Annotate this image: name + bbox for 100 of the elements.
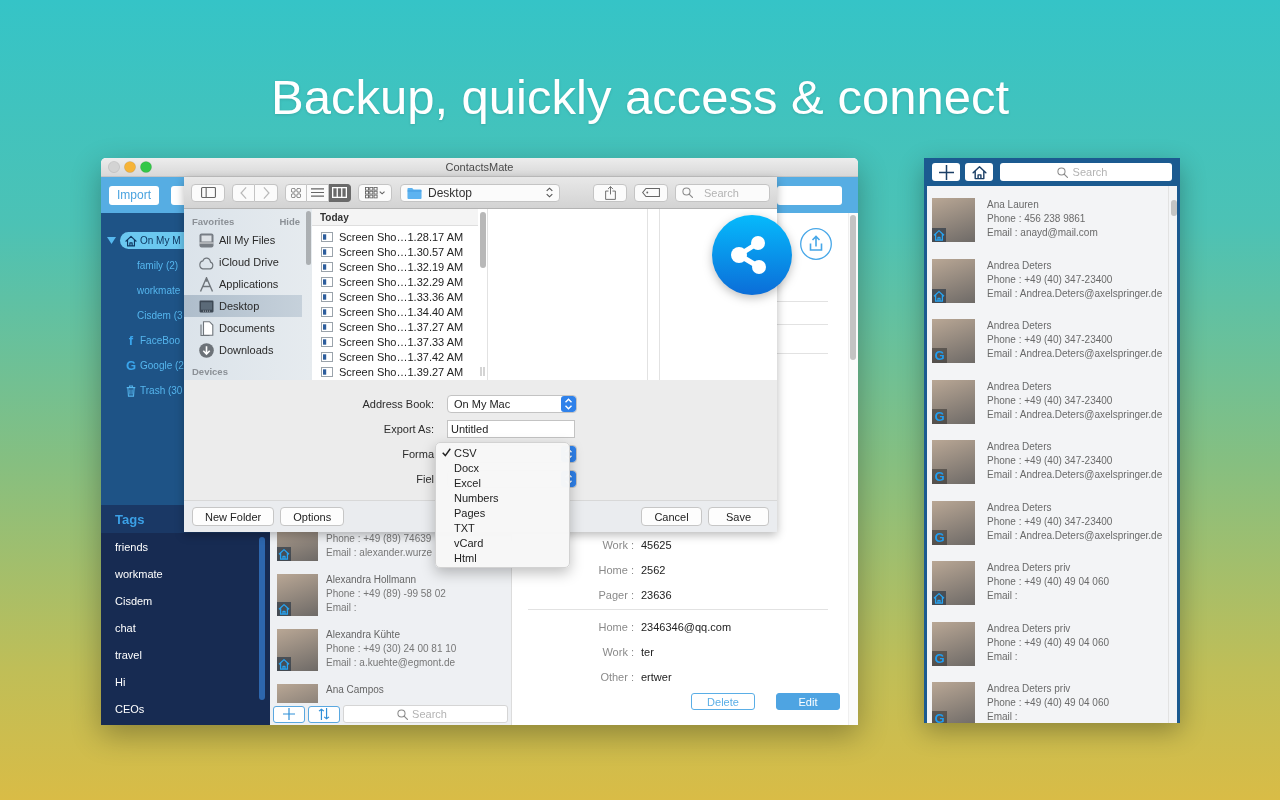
chevron-right-icon — [262, 186, 270, 199]
sort-button[interactable] — [308, 705, 340, 723]
sidebar-item[interactable]: iCloud Drive — [184, 251, 302, 273]
sidebar-item[interactable]: Documents — [184, 317, 302, 339]
cloud-icon — [199, 254, 214, 270]
trash-icon — [126, 384, 136, 397]
sidebar-item[interactable]: workmate — [120, 282, 187, 299]
compass-icon — [199, 276, 214, 292]
file-item[interactable]: Screen Sho…1.39.27 AM — [312, 364, 478, 379]
letter-icon: G — [125, 358, 137, 373]
contact-phone: Phone : +49 (40) 49 04 060 — [987, 696, 1110, 710]
search-field[interactable]: Search — [1000, 163, 1172, 181]
contact-phone: Phone : +49 (89) -99 58 02 — [326, 587, 446, 601]
file-item[interactable]: Screen Sho…1.37.33 AM — [312, 334, 478, 349]
tag-item[interactable]: Cisdem — [101, 587, 259, 614]
field-label: Home : — [598, 563, 634, 576]
tag-button[interactable] — [634, 183, 668, 202]
file-item[interactable]: Screen Sho…1.34.40 AM — [312, 304, 478, 319]
field-label: Work : — [602, 538, 634, 551]
sidebar-toggle-button[interactable] — [191, 183, 225, 202]
house-icon — [932, 288, 946, 303]
menu-item[interactable]: Numbers — [436, 490, 569, 505]
search-icon — [1057, 166, 1068, 178]
headline: Backup, quickly access & connect — [270, 69, 1010, 126]
sidebar-item[interactable]: Downloads — [184, 339, 302, 361]
sidebar-item[interactable]: f FaceBoo — [120, 332, 187, 349]
sidebar-item[interactable]: family (2) — [120, 257, 185, 274]
contact-name: Andrea Deters — [987, 258, 1053, 273]
contact-name: Alexandra Hollmann — [326, 573, 418, 587]
file-item[interactable]: Screen Sho…1.28.17 AM — [312, 229, 478, 244]
disclosure-triangle-icon[interactable] — [107, 237, 116, 244]
menu-item[interactable]: TXT — [436, 520, 569, 535]
view-mode-button[interactable] — [285, 183, 307, 202]
popup-button[interactable]: On My Mac — [447, 395, 577, 413]
menu-item[interactable]: Pages — [436, 505, 569, 520]
file-item[interactable]: Screen Sho…1.32.29 AM — [312, 274, 478, 289]
resize-handle-icon[interactable] — [480, 367, 485, 376]
text-field[interactable]: Untitled — [447, 420, 575, 438]
contact-phone: Phone : +49 (40) 49 04 060 — [987, 575, 1110, 589]
file-item[interactable]: Screen Sho…1.37.42 AM — [312, 349, 478, 364]
scrollbar-thumb[interactable] — [306, 211, 311, 265]
file-item[interactable]: Screen Sho…1.33.36 AM — [312, 289, 478, 304]
up-down-arrows-icon — [561, 396, 576, 412]
dialog-button[interactable]: Cancel — [641, 507, 702, 526]
add-button[interactable] — [932, 163, 960, 181]
dialog-button[interactable]: Save — [708, 507, 769, 526]
share-button[interactable] — [593, 183, 627, 202]
arrange-button[interactable] — [358, 183, 392, 202]
contact-email: Email : — [987, 649, 1019, 664]
file-item[interactable]: Screen Sho…1.32.19 AM — [312, 259, 478, 274]
scrollbar-thumb[interactable] — [850, 215, 856, 360]
contact-email: Email : Andrea.Deters@axelspringer.de — [987, 468, 1163, 482]
menu-item[interactable]: Html — [436, 550, 569, 565]
image-file-icon — [321, 231, 333, 242]
tag-item[interactable]: CEOs — [101, 695, 259, 722]
house-icon — [277, 547, 291, 561]
tag-item[interactable]: travel — [101, 641, 259, 668]
search-field[interactable]: Search — [675, 183, 770, 202]
scrollbar-thumb[interactable] — [479, 212, 486, 268]
house-icon — [932, 591, 946, 605]
sidebar-icon — [200, 187, 216, 198]
scrollbar-thumb[interactable] — [259, 537, 265, 700]
sidebar-item[interactable]: Trash (30 — [120, 382, 189, 399]
letter-icon: G — [932, 348, 947, 363]
house-icon — [971, 164, 987, 180]
menu-item[interactable]: Docx — [436, 460, 569, 475]
tag-item[interactable]: Hi — [101, 668, 259, 695]
tag-item[interactable]: workmate — [101, 560, 259, 587]
menu-item[interactable]: Excel — [436, 475, 569, 490]
view-mode-button[interactable] — [329, 183, 351, 202]
sidebar-item[interactable]: On My M — [120, 232, 184, 249]
search-field[interactable]: Search — [343, 705, 508, 723]
tag-item[interactable]: friends — [101, 533, 259, 560]
house-icon — [277, 657, 291, 671]
tag-item[interactable]: chat — [101, 614, 259, 641]
toolbar-button[interactable] — [171, 185, 185, 205]
sidebar-item[interactable]: Desktop — [184, 295, 302, 317]
dialog-button[interactable]: Options — [280, 507, 345, 526]
window-zoom-button[interactable] — [140, 161, 152, 173]
scrollbar-thumb[interactable] — [1171, 200, 1177, 216]
home-button[interactable] — [965, 163, 993, 181]
column-header: Today — [312, 209, 478, 226]
file-item[interactable]: Screen Sho…1.30.57 AM — [312, 244, 478, 259]
menu-item[interactable]: CSV — [436, 445, 569, 460]
field-value: 2346346@qq.com — [641, 620, 732, 633]
grid-caret-icon — [365, 186, 385, 199]
contact-email: Email : alexander.wurze — [326, 546, 433, 560]
location-popup[interactable]: Desktop — [400, 183, 560, 202]
search-field[interactable] — [777, 185, 842, 205]
documents-icon — [199, 320, 214, 336]
search-icon — [396, 708, 408, 720]
sidebar-item[interactable]: All My Files — [184, 229, 302, 251]
export-icon[interactable] — [800, 228, 832, 260]
file-item[interactable]: Screen Sho…1.37.27 AM — [312, 319, 478, 334]
contact-name: Ana Campos — [326, 683, 384, 697]
window-minimize-button[interactable] — [124, 161, 136, 173]
dialog-button[interactable]: New Folder — [192, 507, 275, 526]
view-mode-button[interactable] — [307, 183, 329, 202]
sidebar-item[interactable]: Applications — [184, 273, 302, 295]
menu-item[interactable]: vCard — [436, 535, 569, 550]
